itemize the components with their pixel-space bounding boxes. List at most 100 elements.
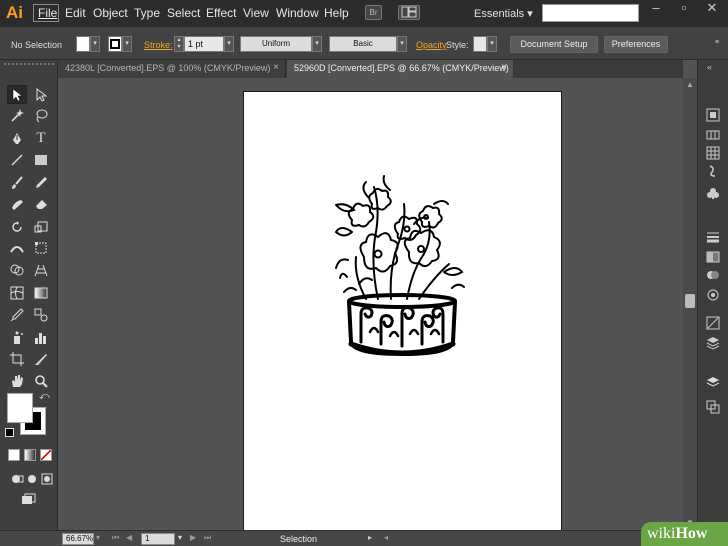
maximize-icon[interactable]: ▫ [674, 1, 694, 15]
brush-dropdown[interactable]: ▾ [397, 36, 407, 52]
next-artboard-icon[interactable]: ▶ [190, 533, 196, 542]
rectangle-tool-icon[interactable] [31, 150, 51, 169]
stroke-weight-dropdown[interactable]: ▾ [224, 36, 234, 52]
bridge-button[interactable]: Br [365, 5, 382, 20]
tab-document-42380l[interactable]: 42380L [Converted].EPS @ 100% (CMYK/Prev… [58, 60, 286, 78]
column-graph-tool-icon[interactable] [31, 328, 51, 347]
stroke-color-swatch[interactable] [108, 36, 122, 52]
screen-mode-icon[interactable] [17, 490, 39, 509]
control-panel-menu-icon[interactable]: ≡ [712, 36, 722, 52]
artboard-dropdown-icon[interactable]: ▾ [178, 533, 182, 542]
default-colors-icon[interactable] [5, 428, 14, 437]
swatches-panel-icon[interactable] [704, 144, 722, 162]
menu-help[interactable]: Help [324, 6, 349, 20]
menu-object[interactable]: Object [93, 6, 128, 20]
close-icon[interactable]: ✕ [702, 1, 722, 15]
stroke-panel-icon[interactable] [704, 228, 722, 246]
lasso-tool-icon[interactable] [31, 106, 51, 125]
swap-fill-stroke-icon[interactable]: ⤺ [39, 391, 50, 402]
scroll-up-icon[interactable]: ▲ [686, 80, 694, 89]
fill-color-swatch[interactable] [76, 36, 90, 52]
mesh-tool-icon[interactable] [7, 283, 27, 302]
opacity-link[interactable]: Opacity [416, 40, 447, 50]
menu-window[interactable]: Window [276, 6, 319, 20]
artboard[interactable] [243, 91, 562, 534]
scale-tool-icon[interactable] [31, 217, 51, 236]
tab-document-52960d[interactable]: 52960D [Converted].EPS @ 66.67% (CMYK/Pr… [287, 60, 513, 78]
type-tool-icon[interactable]: T [31, 129, 51, 148]
selection-tool-icon[interactable] [7, 85, 27, 104]
last-artboard-icon[interactable]: ⏭ [204, 533, 211, 543]
document-setup-button[interactable]: Document Setup [510, 36, 598, 53]
align-panel-icon[interactable] [704, 398, 722, 416]
artboard-tool-icon[interactable] [7, 349, 27, 368]
brush-definition[interactable]: Basic [329, 36, 397, 52]
none-mode-icon[interactable] [40, 449, 52, 461]
magic-wand-tool-icon[interactable] [7, 106, 27, 125]
width-tool-icon[interactable] [7, 238, 27, 257]
arrange-documents-button[interactable] [398, 5, 420, 20]
eyedropper-tool-icon[interactable] [7, 305, 27, 324]
gradient-mode-icon[interactable] [24, 449, 36, 461]
transparency-panel-icon[interactable] [704, 266, 722, 284]
menu-select[interactable]: Select [167, 6, 200, 20]
gradient-panel-icon[interactable] [704, 248, 722, 266]
direct-selection-tool-icon[interactable] [31, 85, 51, 104]
profile-dropdown[interactable]: ▾ [312, 36, 322, 52]
rotate-tool-icon[interactable] [7, 217, 27, 236]
brushes-panel-icon[interactable] [704, 162, 722, 180]
symbol-sprayer-tool-icon[interactable] [7, 328, 27, 347]
symbols-panel-icon[interactable] [704, 184, 722, 202]
expand-panels-icon[interactable]: « [707, 62, 712, 72]
scrollbar-thumb[interactable] [685, 294, 695, 308]
artboard-number-input[interactable]: 1 [141, 533, 175, 545]
slice-tool-icon[interactable] [31, 349, 51, 368]
status-menu-icon[interactable]: ▸ [368, 533, 372, 542]
first-artboard-icon[interactable]: ⏮ [112, 533, 119, 543]
zoom-dropdown-icon[interactable]: ▾ [96, 533, 100, 542]
stroke-weight-stepper[interactable]: ▴ ▾ [174, 36, 184, 52]
menu-effect[interactable]: Effect [206, 6, 236, 20]
appearance-panel-icon[interactable] [704, 286, 722, 304]
color-mode-icon[interactable] [8, 449, 20, 461]
menu-view[interactable]: View [243, 6, 269, 20]
blend-tool-icon[interactable] [31, 305, 51, 324]
pencil-tool-icon[interactable] [31, 173, 51, 192]
layers-panel-icon[interactable] [704, 334, 722, 352]
zoom-level-input[interactable]: 66.67% [62, 533, 94, 545]
workspace-switcher[interactable]: Essentials ▾ [474, 7, 533, 20]
artboards-panel-icon[interactable] [704, 374, 722, 392]
menu-file[interactable]: File [33, 4, 59, 22]
preferences-button[interactable]: Preferences [604, 36, 668, 53]
paintbrush-tool-icon[interactable] [7, 173, 27, 192]
previous-artboard-icon[interactable]: ◀ [126, 533, 132, 542]
line-tool-icon[interactable] [7, 150, 27, 169]
free-transform-tool-icon[interactable] [31, 238, 51, 257]
stroke-weight-input[interactable]: 1 pt [184, 36, 224, 52]
flower-pot-artwork[interactable] [244, 92, 563, 535]
draw-inside-icon[interactable] [37, 469, 57, 488]
stroke-link[interactable]: Stroke: [144, 40, 173, 50]
pen-tool-icon[interactable] [7, 129, 27, 148]
fill-color-box[interactable] [7, 393, 33, 423]
horizontal-scroll-left-icon[interactable]: ◂ [384, 533, 388, 542]
eraser-tool-icon[interactable] [31, 194, 51, 213]
canvas-area[interactable] [58, 78, 683, 534]
perspective-grid-tool-icon[interactable] [31, 260, 51, 279]
color-panel-icon[interactable] [704, 106, 722, 124]
search-input[interactable] [542, 4, 639, 22]
panel-grip[interactable] [4, 63, 54, 69]
gradient-tool-icon[interactable] [31, 283, 51, 302]
color-guide-icon[interactable] [704, 126, 722, 144]
close-tab-icon[interactable]: × [273, 60, 279, 76]
variable-width-profile[interactable]: Uniform [240, 36, 312, 52]
graphic-styles-panel-icon[interactable] [704, 314, 722, 332]
blob-brush-tool-icon[interactable] [7, 194, 27, 213]
minimize-icon[interactable]: – [646, 1, 666, 15]
close-tab-icon[interactable]: × [501, 60, 507, 76]
menu-type[interactable]: Type [134, 6, 160, 20]
fill-dropdown[interactable]: ▾ [90, 36, 100, 52]
menu-edit[interactable]: Edit [65, 6, 86, 20]
graphic-style-swatch[interactable] [473, 36, 487, 52]
vertical-scrollbar[interactable]: ▲ ▼ [683, 78, 697, 530]
